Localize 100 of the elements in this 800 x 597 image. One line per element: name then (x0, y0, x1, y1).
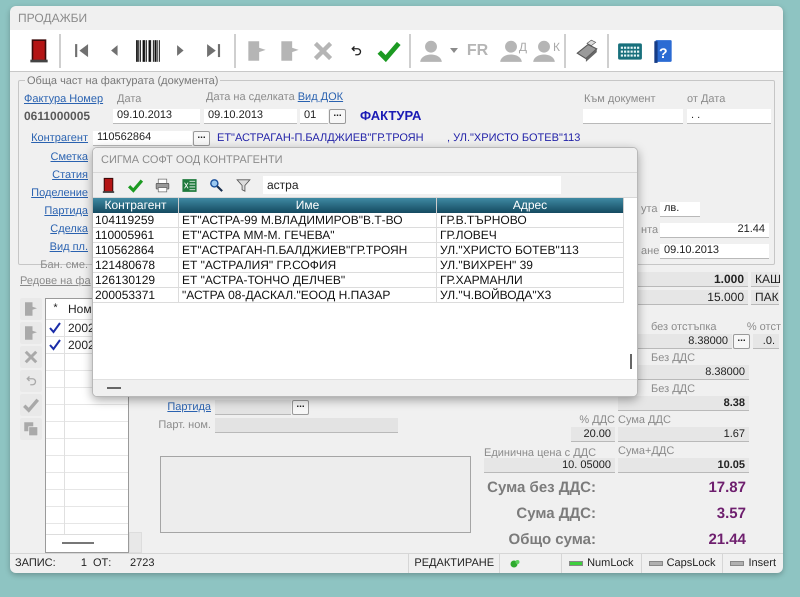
door-icon (100, 176, 117, 194)
table-cell: ЕТ"АСТРАГАН-П.БАЛДЖИЕВ"ГР.ТРОЯН (179, 243, 437, 257)
table-cell: 121480678 (93, 258, 179, 272)
total-label: Сума без ДДС: (486, 478, 596, 498)
field-link[interactable]: Сделка (50, 220, 88, 238)
doc-type-name: ФАКТУРА (360, 107, 422, 126)
table-cell: УЛ."ВИХРЕН" 39 (437, 258, 624, 272)
field-label: ута (641, 202, 659, 217)
field-label: без отстъпка (651, 320, 718, 336)
field-label: Без ДДС (651, 382, 696, 398)
field-link[interactable]: Партида (167, 398, 211, 416)
caret-right-icon (176, 44, 185, 57)
table-cell: 126130129 (93, 273, 179, 287)
section-title: Редове на фа (20, 274, 91, 289)
table-cell: ЕТ"АСТРА-99 М.ВЛАДИМИРОВ"В.Т-ВО (179, 213, 437, 227)
window-title: ПРОДАЖБИ (18, 10, 88, 27)
status-text: CapsLock (666, 556, 716, 572)
field-link[interactable]: Фактура Номер (24, 92, 104, 104)
scrollbar-thumb[interactable] (107, 387, 121, 389)
column-header[interactable]: Адрес (437, 198, 624, 213)
partner-field[interactable]: 110562864 (93, 130, 192, 146)
date-field[interactable]: . . (687, 108, 771, 124)
batch-field[interactable] (215, 400, 291, 414)
person-icon (418, 38, 444, 64)
status-text: ЗАПИС: (15, 556, 57, 572)
field-link[interactable]: Контрагент (31, 130, 88, 146)
column-header: * (52, 301, 59, 316)
toolbar-button[interactable]: ? (646, 36, 679, 66)
field-label: ане (641, 244, 660, 259)
batch-number-field[interactable] (215, 418, 398, 432)
browse-button[interactable]: ... (329, 108, 346, 124)
field-label: Дата на сделката (206, 90, 295, 106)
printer-icon (154, 176, 171, 194)
browse-button[interactable]: ... (733, 334, 750, 349)
column-header: Ном (68, 300, 92, 318)
field-link[interactable]: Вид ДОК (298, 89, 344, 106)
total-label: Сума ДДС: (515, 504, 596, 524)
vat-sum-field[interactable]: 1.67 (618, 427, 749, 442)
status-text: 1 (80, 556, 87, 572)
memo-box[interactable] (160, 456, 471, 533)
discount-field[interactable]: .0. (753, 334, 779, 349)
unit-field[interactable]: КАШ (751, 272, 779, 287)
browse-button[interactable]: ... (193, 130, 210, 146)
total-label: Общо сума: (508, 530, 596, 550)
caret-down-icon (450, 48, 458, 54)
total-value: 21.44 (707, 530, 746, 550)
field-link[interactable]: Сметка (50, 148, 88, 166)
scrollbar-thumb[interactable] (62, 542, 94, 544)
group-legend: Обща част на фактурата (документа) (25, 73, 220, 90)
field-link[interactable]: Вид пл. (50, 238, 88, 256)
table-cell: ГР.ХАРМАНЛИ (437, 273, 624, 287)
search-icon (208, 176, 225, 194)
table-cell: ГР.В.ТЪРНОВО (437, 213, 624, 227)
column-header[interactable]: Име (179, 198, 437, 213)
field-label: Сума ДДС (618, 413, 671, 428)
date-field[interactable]: 09.10.2013 (113, 108, 200, 124)
table-cell: 104119259 (93, 213, 179, 227)
table-cell: УЛ."Ч.ВОЙВОДА"Х3 (437, 288, 624, 302)
copy-icon (22, 420, 40, 438)
status-text: РЕДАКТИРАНЕ (414, 556, 494, 572)
value-field[interactable]: 09.10.2013 (660, 244, 769, 258)
field-link[interactable]: Поделение (31, 184, 88, 202)
scrollbar-thumb[interactable] (630, 354, 632, 369)
table-cell: 110562864 (93, 243, 179, 257)
price-field[interactable]: 10. 05000 (484, 458, 615, 473)
date-field[interactable]: 09.10.2013 (204, 108, 297, 124)
sum-field[interactable]: 8.38 (618, 396, 749, 411)
door-arrow-icon (22, 324, 40, 342)
document-field[interactable] (583, 108, 683, 124)
status-light-icon (510, 559, 520, 568)
field-label: Дата (117, 92, 142, 104)
status-text: 2723 (130, 556, 154, 572)
table-cell: "АСТРА 08-ДАСКАЛ."ЕООД Н.ПАЗАР (179, 288, 437, 302)
table-cell: ЕТ"АСТРА ММ-М. ГЕЧЕВА" (179, 228, 437, 242)
status-text: NumLock (587, 556, 634, 572)
dialog-title: СИГМА СОФТ ООД КОНТРАГЕНТИ (101, 152, 283, 168)
browse-button[interactable]: ... (292, 400, 309, 414)
value-field[interactable]: 21.44 (660, 222, 769, 238)
door-arrow-icon (22, 300, 40, 318)
x-icon (22, 348, 40, 366)
column-header[interactable]: Контрагент (93, 198, 179, 213)
table-cell: ЕТ "АСТРА-ТОНЧО ДЕЛЧЕВ" (179, 273, 437, 287)
vat-rate-field[interactable]: 20.00 (571, 427, 615, 442)
field-label: Към документ (584, 92, 656, 104)
total-value: 3.57 (716, 504, 746, 524)
doc-type-field[interactable]: 01 (300, 108, 328, 124)
sum-field[interactable]: 10.05 (618, 458, 749, 473)
check-icon (127, 176, 144, 194)
field-label: нта (641, 222, 660, 238)
status-text: ОТ: (93, 556, 112, 572)
table-cell: УЛ."ХРИСТО БОТЕВ"113 (437, 243, 624, 257)
field-label: Единична цена с ДДС (484, 446, 596, 458)
table-cell: ЕТ "АСТРАЛИЯ" ГР.СОФИЯ (179, 258, 437, 272)
search-field[interactable]: астра (263, 176, 561, 194)
value-field[interactable]: лв. (660, 202, 700, 216)
partner-name: ЕТ"АСТРАГАН-П.БАЛДЖИЕВ"ГР.ТРОЯН (217, 130, 425, 146)
field-link[interactable]: Партида (44, 202, 88, 220)
field-label: % отст (746, 320, 781, 336)
field-link[interactable]: Статия (52, 166, 88, 184)
unit-field[interactable]: ПАК (751, 290, 779, 305)
